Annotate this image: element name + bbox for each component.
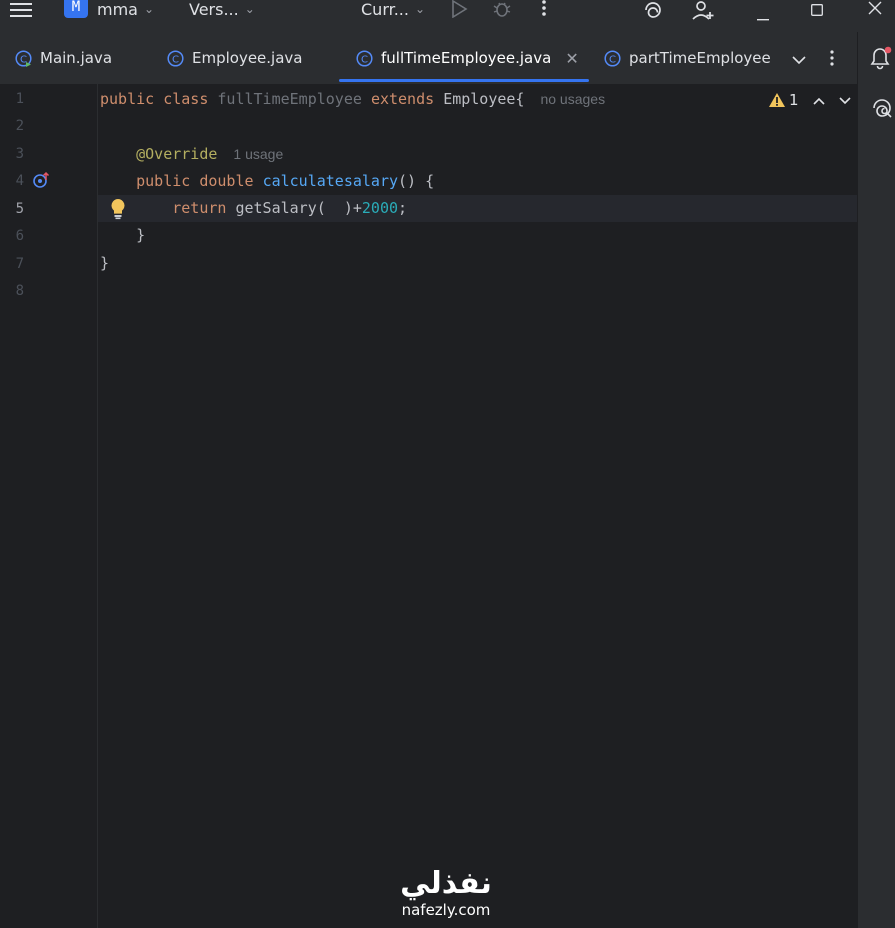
class-icon: C	[356, 49, 373, 67]
chevron-down-icon: ⌄	[143, 2, 155, 16]
line-number: 7	[15, 256, 24, 272]
usages-hint[interactable]: 1 usage	[233, 146, 283, 162]
warning-icon	[769, 93, 785, 107]
line-number: 2	[15, 118, 24, 134]
code-line-6: }	[100, 222, 145, 249]
tab-label: partTimeEmployee	[629, 49, 771, 67]
code-line-4: public double calculatesalary() {	[100, 168, 434, 195]
tab-fulltimeemployee-java[interactable]: C fullTimeEmployee.java ✕	[356, 32, 579, 84]
tab-more-icon[interactable]	[829, 50, 835, 68]
vcs-label: Vers...	[189, 0, 239, 19]
debug-icon[interactable]	[492, 0, 512, 18]
close-window-icon[interactable]	[868, 0, 882, 15]
code-line-5: return getSalary( )+2000;	[100, 195, 407, 222]
class-runnable-icon: C	[15, 49, 32, 67]
close-tab-icon[interactable]: ✕	[565, 49, 578, 68]
parent-class: Employee{	[443, 90, 525, 108]
line-number-current: 5	[15, 201, 24, 217]
ai-chat-icon[interactable]	[870, 96, 894, 120]
main-menu-icon[interactable]	[10, 2, 32, 18]
inspection-widget[interactable]: 1	[768, 90, 851, 110]
code-line-7: }	[100, 250, 109, 277]
watermark-arabic: نفذلي	[400, 866, 492, 901]
keyword: public	[100, 90, 155, 108]
line-number: 4	[15, 173, 24, 189]
warning-count: 1	[789, 91, 799, 109]
class-name: fullTimeEmployee	[217, 90, 362, 108]
chevron-down-icon: ⌄	[244, 2, 255, 16]
maximize-icon[interactable]	[811, 1, 823, 16]
run-icon[interactable]	[450, 0, 468, 19]
annotation: @Override	[136, 145, 218, 163]
keyword: extends	[370, 90, 435, 108]
tab-label: Employee.java	[192, 49, 303, 67]
keyword: return	[172, 199, 227, 217]
tab-label: Main.java	[40, 49, 113, 67]
class-icon: C	[167, 49, 184, 67]
project-name: mma	[97, 0, 138, 19]
editor-tab-bar: C Main.java C Employee.java C fullTimeEm…	[0, 32, 858, 85]
title-bar: M mma ⌄ Vers... ⌄ Curr... ⌄	[0, 0, 895, 32]
next-highlight-icon[interactable]	[838, 91, 851, 109]
class-icon: C	[604, 49, 621, 67]
tab-parttimeemployee[interactable]: C partTimeEmployee	[604, 32, 771, 84]
chevron-down-icon: ⌄	[414, 2, 426, 16]
previous-highlight-icon[interactable]	[812, 91, 825, 109]
code-text: ;	[398, 199, 408, 217]
tab-employee-java[interactable]: C Employee.java	[167, 32, 303, 84]
keyword: double	[199, 172, 254, 190]
svg-text:C: C	[20, 54, 27, 65]
tab-main-java[interactable]: C Main.java	[15, 32, 112, 84]
run-config-widget[interactable]: Curr... ⌄	[361, 0, 426, 19]
vcs-widget[interactable]: Vers... ⌄	[189, 0, 255, 19]
project-badge: M	[64, 0, 88, 18]
add-user-icon[interactable]	[692, 0, 716, 20]
watermark-logo: نفذلي nafezly.com	[388, 866, 504, 928]
lightbulb-icon[interactable]	[110, 198, 126, 220]
code-text: }	[136, 226, 146, 244]
override-gutter-icon[interactable]	[32, 171, 52, 189]
notifications-icon[interactable]	[870, 46, 892, 70]
more-actions-icon[interactable]	[541, 0, 547, 18]
keyword: public	[136, 172, 191, 190]
code-text: () {	[398, 172, 435, 190]
method-name: calculatesalary	[262, 172, 399, 190]
code-text: getSalary(	[235, 199, 326, 217]
tab-list-chevron-icon[interactable]	[791, 51, 807, 65]
active-tab-indicator	[339, 79, 589, 82]
run-config-label: Curr...	[361, 0, 409, 19]
right-tool-strip	[857, 32, 895, 928]
keyword: class	[163, 90, 209, 108]
usages-hint[interactable]: no usages	[540, 91, 605, 107]
number-literal: 2000	[361, 199, 399, 217]
code-line-3: @Override 1 usage	[100, 141, 283, 168]
code-line-1: public class fullTimeEmployee extends Em…	[100, 86, 605, 113]
line-number: 8	[15, 283, 24, 299]
line-number: 3	[15, 146, 24, 162]
code-text: }	[100, 254, 110, 272]
ai-assistant-icon[interactable]	[642, 0, 664, 20]
svg-text:C: C	[609, 54, 616, 65]
minimize-icon[interactable]	[757, 6, 769, 21]
svg-text:C: C	[361, 54, 368, 65]
tab-label: fullTimeEmployee.java	[381, 49, 552, 67]
code-text: )+	[325, 199, 362, 217]
watermark-url: nafezly.com	[401, 901, 491, 919]
svg-text:C: C	[172, 54, 179, 65]
line-number: 6	[15, 228, 24, 244]
line-number: 1	[15, 91, 24, 107]
